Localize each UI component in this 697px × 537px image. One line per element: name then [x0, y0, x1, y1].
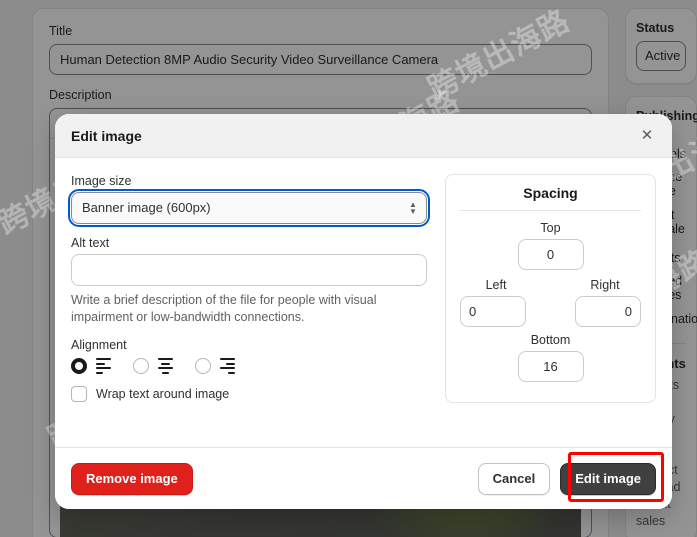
wrap-text-row[interactable]: Wrap text around image	[71, 386, 427, 402]
spacing-bottom-group: Bottom 16	[517, 333, 584, 382]
alt-text-label: Alt text	[71, 236, 110, 250]
alignment-radio-right[interactable]	[195, 358, 211, 374]
alignment-option-left[interactable]	[71, 358, 111, 374]
image-size-select[interactable]: Banner image (600px)	[71, 192, 427, 224]
spacing-panel: Spacing Top 0 Left 0 Right 0 Bottom 16	[445, 174, 656, 403]
spacing-right-input[interactable]: 0	[575, 296, 641, 327]
spacing-middle-row: Left 0 Right 0	[460, 278, 641, 327]
spacing-top-group: Top 0	[517, 221, 584, 270]
image-size-label: Image size	[71, 174, 132, 188]
alignment-radio-center[interactable]	[133, 358, 149, 374]
edit-image-button[interactable]: Edit image	[560, 462, 656, 495]
align-center-icon	[158, 358, 173, 374]
alignment-radio-left[interactable]	[71, 358, 87, 374]
modal-right-column: Spacing Top 0 Left 0 Right 0 Bottom 16	[445, 174, 656, 441]
alignment-option-center[interactable]	[133, 358, 173, 374]
alt-text-input[interactable]	[71, 254, 427, 286]
align-left-icon	[96, 358, 111, 374]
image-size-select-wrapper[interactable]: Banner image (600px) ▲ ▼	[68, 189, 430, 227]
modal-footer: Remove image Cancel Edit image	[55, 447, 672, 509]
spacing-top-label: Top	[540, 221, 561, 235]
spacing-top-input[interactable]: 0	[517, 239, 584, 270]
spacing-left-label: Left	[485, 278, 507, 292]
wrap-text-label: Wrap text around image	[96, 387, 230, 401]
screen: Title Human Detection 8MP Audio Security…	[0, 0, 697, 537]
spacing-bottom-label: Bottom	[530, 333, 571, 347]
remove-image-button[interactable]: Remove image	[71, 462, 193, 495]
alignment-label: Alignment	[71, 338, 127, 352]
modal-title: Edit image	[71, 127, 142, 144]
alignment-options	[71, 358, 427, 374]
modal-left-column: Image size Banner image (600px) ▲ ▼ Alt t…	[68, 174, 430, 441]
spacing-left-input[interactable]: 0	[460, 296, 526, 327]
modal-body: Image size Banner image (600px) ▲ ▼ Alt t…	[55, 158, 672, 447]
spacing-right-label: Right	[590, 278, 620, 292]
alignment-option-right[interactable]	[195, 358, 235, 374]
edit-image-modal: Edit image ✕ Image size Banner image (60…	[55, 114, 672, 509]
spacing-right-group: Right 0	[569, 278, 641, 327]
alt-text-help: Write a brief description of the file fo…	[71, 293, 377, 324]
spacing-title: Spacing	[460, 185, 641, 211]
close-icon[interactable]: ✕	[634, 123, 660, 149]
wrap-text-checkbox[interactable]	[71, 386, 87, 402]
footer-actions: Cancel Edit image	[477, 462, 656, 495]
align-right-icon	[220, 358, 235, 374]
modal-header: Edit image ✕	[55, 114, 672, 158]
cancel-button[interactable]: Cancel	[477, 462, 551, 495]
spacing-bottom-input[interactable]: 16	[517, 351, 584, 382]
chevron-updown-icon: ▲ ▼	[409, 200, 417, 216]
spacing-left-group: Left 0	[460, 278, 532, 327]
